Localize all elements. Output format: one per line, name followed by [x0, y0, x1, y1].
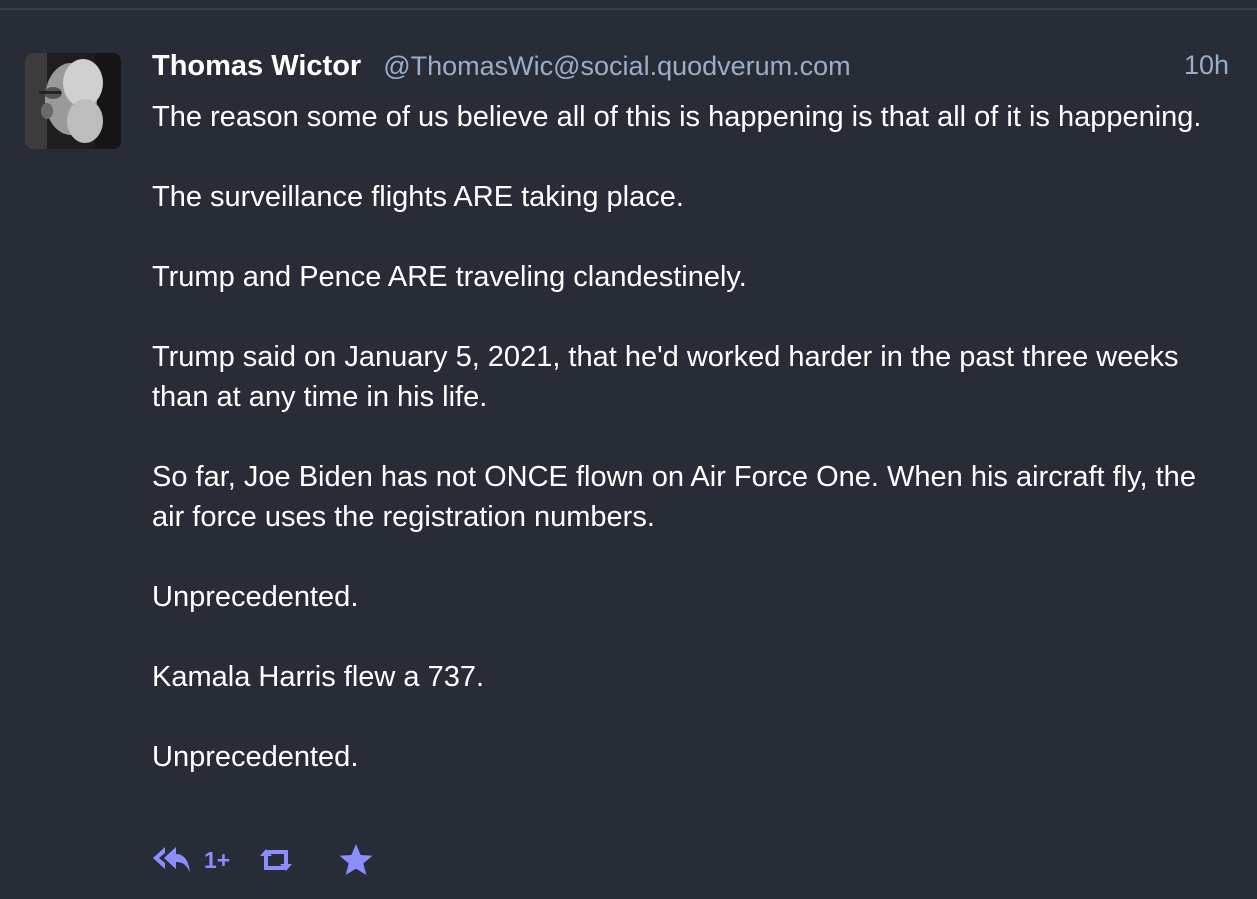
action-bar: 1+ [152, 838, 374, 882]
avatar-image [25, 53, 121, 149]
status-header: Thomas Wictor @ThomasWic@social.quodveru… [152, 50, 1232, 86]
status-paragraph: So far, Joe Biden has not ONCE flown on … [152, 461, 1196, 533]
timestamp[interactable]: 10h [1184, 50, 1229, 81]
avatar[interactable] [25, 53, 121, 149]
star-icon [339, 844, 373, 875]
account-handle[interactable]: @ThomasWic@social.quodverum.com [383, 51, 850, 82]
status-paragraph: Unprecedented. [152, 741, 359, 773]
reply-count: 1+ [204, 846, 231, 873]
retweet-icon [260, 849, 293, 871]
status-paragraph: Kamala Harris flew a 737. [152, 661, 485, 693]
status-content: The reason some of us believe all of thi… [152, 97, 1222, 777]
reply-button[interactable]: 1+ [152, 845, 230, 875]
display-name[interactable]: Thomas Wictor [152, 50, 361, 83]
boost-button[interactable] [256, 846, 296, 874]
status-paragraph: Trump said on January 5, 2021, that he'd… [152, 341, 1179, 413]
status-paragraph: Unprecedented. [152, 581, 359, 613]
favourite-button[interactable] [338, 843, 374, 877]
status-paragraph: Trump and Pence ARE traveling clandestin… [152, 261, 747, 293]
status-paragraph: The surveillance flights ARE taking plac… [152, 181, 684, 213]
status-card: Thomas Wictor @ThomasWic@social.quodveru… [0, 10, 1257, 899]
reply-all-icon [153, 847, 190, 873]
status-paragraph: The reason some of us believe all of thi… [152, 101, 1202, 133]
